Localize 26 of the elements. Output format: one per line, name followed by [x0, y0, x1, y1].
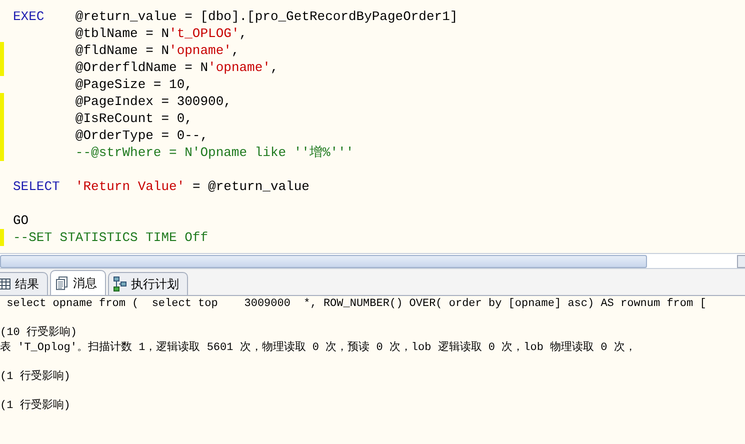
code-line: @fldName = N'opname',	[74, 43, 240, 58]
message-line: select opname from ( select top 3009000 *, ROW_NUMBER() OVER( order by [opname] asc) AS rownum from [	[6, 298, 708, 312]
message-line: (1 行受影响)	[0, 400, 72, 413]
scrollbar-thumb[interactable]	[0, 254, 647, 268]
tab[interactable]: 结果	[0, 272, 48, 295]
code-line: @OrderType = 0--,	[74, 128, 208, 143]
code-line: --SET STATISTICS TIME Off	[13, 230, 208, 245]
message-line: 表 'T_Oplog'。扫描计数 1，逻辑读取 5601 次，物理读取 0 次，预读 0 次，lob 逻辑读取 0 次，lob 物理读取 0 次，	[0, 342, 637, 355]
code-line: @tblName = N't_OPLOG',	[74, 26, 248, 41]
code-line: @OrderfldName = N'opname',	[74, 60, 278, 75]
message-line: (10 行受影响)	[0, 327, 78, 340]
change-marker	[0, 229, 4, 246]
plan-icon	[113, 276, 127, 292]
code-line: EXEC @return_value = [dbo].[pro_GetRecordByPageOrder1]	[13, 9, 458, 24]
code-line: GO	[13, 213, 29, 228]
code-line: --@strWhere = N'Opname like ''增%'''	[74, 145, 354, 160]
grid-icon	[0, 277, 11, 291]
code-line: @PageSize = 10,	[74, 77, 192, 92]
document-icon	[55, 276, 69, 290]
code-line: @PageIndex = 300900,	[74, 94, 232, 109]
code-line: @IsReCount = 0,	[74, 111, 192, 126]
code-line: SELECT 'Return Value' = @return_value	[13, 179, 310, 194]
tab[interactable]: 执行计划	[108, 272, 188, 295]
horizontal-scrollbar[interactable]	[0, 253, 745, 269]
message-line: (1 行受影响)	[0, 370, 72, 384]
tab[interactable]: 消息	[50, 270, 106, 295]
